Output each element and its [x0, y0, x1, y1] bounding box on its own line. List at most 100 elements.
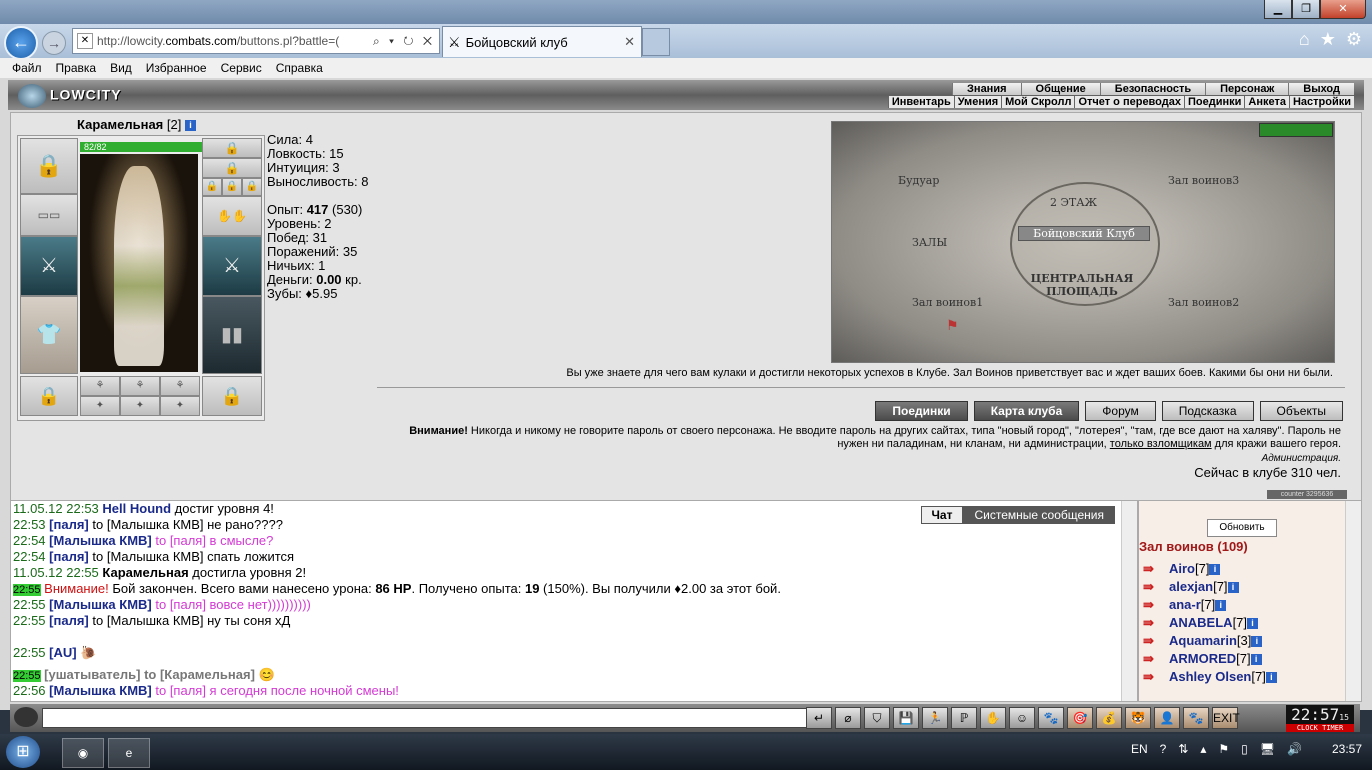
help-icon[interactable]: ?: [1160, 742, 1167, 756]
chat-nickname[interactable]: [паля]: [49, 549, 89, 564]
top-menu-communication[interactable]: Общение: [1020, 83, 1100, 95]
minimize-button[interactable]: ▁: [1264, 0, 1292, 19]
chat-message-time[interactable]: 22:54: [13, 533, 46, 548]
close-button[interactable]: ✕: [1320, 0, 1366, 19]
player-item[interactable]: ⇛ ARMORED[7] i: [1143, 651, 1262, 667]
gear-icon[interactable]: ⚙: [1346, 29, 1362, 50]
info-icon[interactable]: i: [1251, 636, 1263, 648]
chat-message-time[interactable]: 11.05.12 22:53: [13, 501, 99, 516]
chat-tool-icon[interactable]: 🐯: [1125, 707, 1151, 729]
maximize-button[interactable]: ❐: [1292, 0, 1320, 19]
player-name[interactable]: alexjan: [1169, 579, 1213, 594]
gloves-slot[interactable]: ✋✋: [202, 196, 262, 236]
info-icon[interactable]: i: [1227, 582, 1239, 594]
helmet-slot-lock-icon[interactable]: 🔒: [20, 138, 78, 194]
amulet-slot-lock-icon[interactable]: 🔒: [202, 158, 262, 178]
player-item[interactable]: ⇛ ana-r[7] i: [1143, 597, 1227, 613]
player-name[interactable]: ARMORED: [1169, 651, 1236, 666]
menu-favorites[interactable]: Избранное: [146, 61, 207, 75]
map-room-boudoir[interactable]: Будуар: [898, 174, 939, 187]
menu-file[interactable]: Файл: [12, 61, 42, 75]
chat-tool-icon[interactable]: ☺: [1009, 707, 1035, 729]
chat-tool-icon[interactable]: ↵: [806, 707, 832, 729]
private-message-arrow-icon[interactable]: ⇛: [1143, 615, 1169, 631]
menu-edit[interactable]: Правка: [56, 61, 97, 75]
menu-help[interactable]: Справка: [276, 61, 323, 75]
player-name[interactable]: ana-r: [1169, 597, 1201, 612]
chat-message-time[interactable]: 22:56: [13, 683, 46, 698]
chat-tool-icon[interactable]: 💰: [1096, 707, 1122, 729]
top-menu-character[interactable]: Персонаж: [1205, 83, 1289, 95]
top-menu-security[interactable]: Безопасность: [1099, 83, 1206, 95]
speak-bubble-icon[interactable]: [14, 707, 38, 727]
map-room-club[interactable]: Бойцовский Клуб: [1018, 226, 1150, 241]
chat-nickname[interactable]: [Малышка КМВ]: [49, 683, 152, 698]
player-item[interactable]: ⇛ Airo[7] i: [1143, 561, 1221, 577]
chat-message-time[interactable]: 22:55: [13, 670, 41, 682]
chat-message-time[interactable]: 22:55: [13, 613, 46, 628]
top-menu-knowledge[interactable]: Знания: [952, 83, 1021, 95]
taskbar-app-game[interactable]: ◉: [62, 738, 104, 768]
top-menu-exit[interactable]: Выход: [1288, 83, 1354, 95]
player-name[interactable]: Ashley Olsen: [1169, 669, 1251, 684]
private-message-arrow-icon[interactable]: ⇛: [1143, 561, 1169, 577]
home-icon[interactable]: ⌂: [1299, 29, 1310, 50]
chat-nickname[interactable]: [паля]: [49, 517, 89, 532]
chat-message-time[interactable]: 22:54: [13, 549, 46, 564]
player-item[interactable]: ⇛ Aquamarin[3] i: [1143, 633, 1263, 649]
chat-message-time[interactable]: 22:53: [13, 517, 46, 532]
battery-icon[interactable]: ▯: [1241, 742, 1248, 756]
chat-nickname[interactable]: [паля]: [49, 613, 89, 628]
new-tab-button[interactable]: [642, 28, 670, 56]
sub-menu-settings[interactable]: Настройки: [1288, 96, 1354, 108]
belt-slot-1[interactable]: ⚘: [80, 376, 120, 396]
player-item[interactable]: ⇛ Ashley Olsen[7] i: [1143, 669, 1277, 685]
player-name[interactable]: ANABELA: [1169, 615, 1233, 630]
start-button[interactable]: ⊞: [6, 736, 40, 768]
forward-button[interactable]: →: [42, 31, 66, 55]
private-message-arrow-icon[interactable]: ⇛: [1143, 633, 1169, 649]
browser-tab[interactable]: ⚔ Бойцовский клуб ✕: [442, 26, 642, 57]
tab-system-messages[interactable]: Системные сообщения: [963, 506, 1115, 524]
chat-tool-icon[interactable]: 🐾: [1183, 707, 1209, 729]
chat-tool-icon[interactable]: 👤: [1154, 707, 1180, 729]
hackers-link[interactable]: только взломщикам: [1110, 438, 1212, 450]
private-message-arrow-icon[interactable]: ⇛: [1143, 597, 1169, 613]
belt-slot-2[interactable]: ⚘: [120, 376, 160, 396]
chat-tool-icon[interactable]: 🐾: [1038, 707, 1064, 729]
spell-slot-1[interactable]: ✦: [80, 396, 120, 416]
player-item[interactable]: ⇛ ANABELA[7] i: [1143, 615, 1259, 631]
sub-menu-skills[interactable]: Умения: [953, 96, 1001, 108]
bracer-slot[interactable]: ▭▭: [20, 194, 78, 236]
chat-scrollbar[interactable]: [1121, 501, 1137, 701]
menu-view[interactable]: Вид: [110, 61, 132, 75]
info-icon[interactable]: i: [1265, 672, 1277, 684]
chat-tool-icon[interactable]: EXIT: [1212, 707, 1240, 729]
sub-menu-transfers[interactable]: Отчет о переводах: [1074, 96, 1184, 108]
chat-message-time[interactable]: 11.05.12 22:55: [13, 565, 99, 580]
chat-input[interactable]: [42, 708, 808, 728]
chat-tool-icon[interactable]: ⌀: [835, 707, 861, 729]
club-map-button[interactable]: Карта клуба: [973, 401, 1080, 421]
armor-shirt-slot[interactable]: 👕: [20, 296, 78, 374]
action-center-flag-icon[interactable]: ⚑: [1218, 742, 1229, 756]
address-url[interactable]: http://lowcity.combats.com/buttons.pl?ba…: [97, 34, 369, 48]
info-icon[interactable]: i: [1250, 654, 1262, 666]
show-hidden-icon[interactable]: ▴: [1200, 742, 1206, 756]
tab-close-icon[interactable]: ✕: [624, 34, 635, 50]
objects-button[interactable]: Объекты: [1259, 401, 1343, 421]
info-icon[interactable]: i: [1247, 618, 1259, 630]
chat-nickname[interactable]: [AU]: [49, 645, 76, 660]
chat-nickname[interactable]: to [Карамельная]: [140, 667, 255, 682]
player-item[interactable]: ⇛ alexjan[7] i: [1143, 579, 1239, 595]
forum-button[interactable]: Форум: [1085, 401, 1156, 421]
player-name[interactable]: Aquamarin: [1169, 633, 1237, 648]
private-message-arrow-icon[interactable]: ⇛: [1143, 651, 1169, 667]
favorites-star-icon[interactable]: ★: [1320, 29, 1336, 50]
ring3-lock-icon[interactable]: 🔒: [242, 178, 262, 196]
info-icon[interactable]: i: [1215, 600, 1227, 612]
chat-nickname[interactable]: [Малышка КМВ]: [49, 597, 152, 612]
address-controls[interactable]: ⌕ ▾ ↻ ✕: [369, 34, 439, 49]
chat-tool-icon[interactable]: 🏃: [922, 707, 948, 729]
map-room-hall2[interactable]: Зал воинов2: [1168, 296, 1239, 309]
